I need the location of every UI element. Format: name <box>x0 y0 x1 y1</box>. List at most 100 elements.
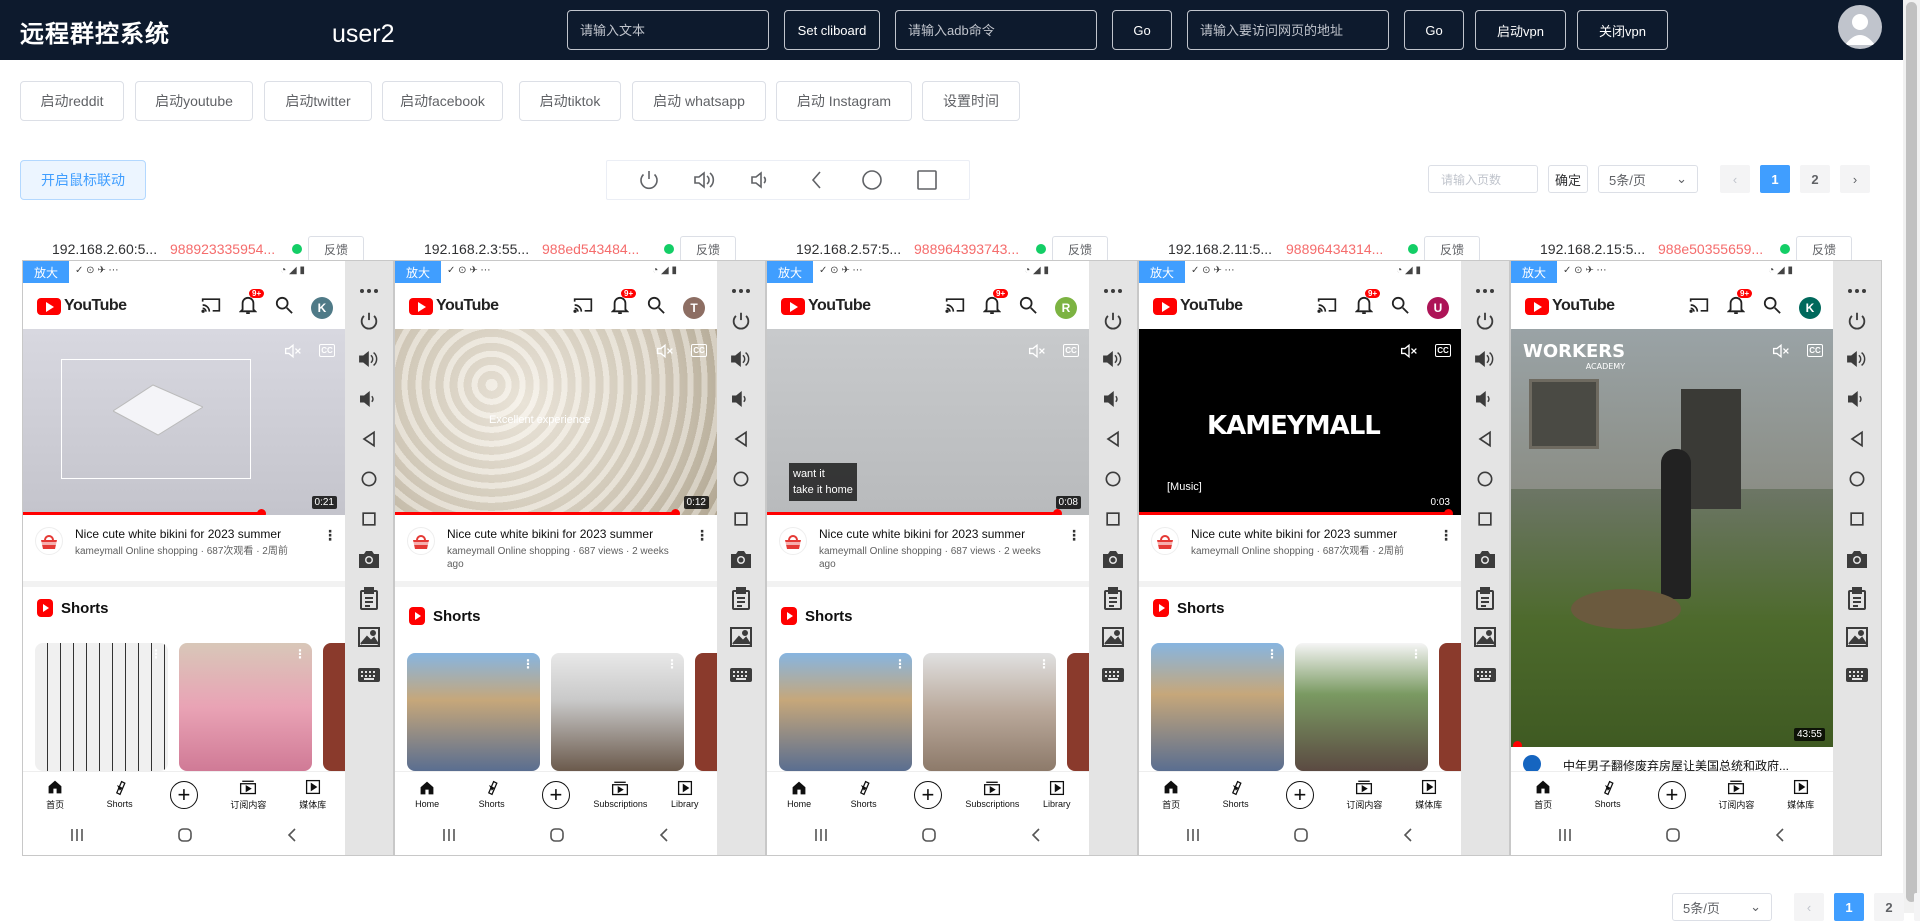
mute-icon[interactable] <box>1769 341 1793 361</box>
home-icon[interactable] <box>549 827 565 848</box>
nav-home[interactable]: 首页 <box>1141 779 1201 811</box>
feedback-button[interactable]: 反馈 <box>1052 236 1108 262</box>
video-player[interactable]: KAMEYMALL [Music] CC 0:03 <box>1139 329 1461 515</box>
camera-icon[interactable] <box>1845 547 1869 571</box>
feedback-button[interactable]: 反馈 <box>308 236 364 262</box>
video-info[interactable]: Nice cute white bikini for 2023 summer k… <box>767 515 1089 581</box>
search-icon[interactable] <box>647 296 665 319</box>
captions-icon[interactable]: CC <box>691 344 707 357</box>
scrollbar-thumb[interactable] <box>1906 2 1917 902</box>
cast-icon[interactable] <box>573 296 593 319</box>
volume-up-icon[interactable] <box>1101 347 1125 371</box>
short-more-icon[interactable]: ⋮ <box>1410 647 1422 661</box>
keyboard-icon[interactable] <box>1845 663 1869 687</box>
more-options-icon[interactable]: ⋮ <box>1067 527 1081 544</box>
nav-home[interactable]: Home <box>397 780 457 809</box>
nav-create[interactable]: + <box>1642 780 1702 809</box>
youtube-logo[interactable]: YouTube <box>781 297 871 315</box>
power-icon[interactable] <box>1845 309 1869 333</box>
recents-icon[interactable] <box>1185 828 1201 847</box>
clipboard-icon[interactable] <box>729 587 753 611</box>
nav-subscriptions[interactable]: Subscriptions <box>962 780 1022 809</box>
volume-up-icon[interactable] <box>1845 347 1869 371</box>
short-thumbnail[interactable] <box>1439 643 1461 771</box>
short-more-icon[interactable]: ⋮ <box>1038 657 1050 671</box>
bottom-page-size-select[interactable]: 5条/页 ⌄ <box>1672 893 1772 921</box>
recents-icon[interactable] <box>915 168 939 192</box>
home-icon[interactable] <box>1473 467 1497 491</box>
back-icon[interactable] <box>357 427 381 451</box>
more-options-icon[interactable]: ⋮ <box>323 527 337 544</box>
video-player[interactable]: Excellent experience CC 0:12 <box>395 329 717 515</box>
back-icon[interactable] <box>1029 827 1043 848</box>
short-thumbnail[interactable]: ⋮ <box>1295 643 1428 771</box>
device-screen[interactable]: 放大 ✓ ⊙ ✈ ⋯ ◔ ◢ ▮ YouTube 9+ K WORKERS AC… <box>1511 261 1833 855</box>
volume-down-icon[interactable] <box>1845 387 1869 411</box>
device-screen[interactable]: 放大 ✓ ⊙ ✈ ⋯ ◔ ◢ ▮ YouTube 9+ T Excellent … <box>395 261 717 855</box>
video-title[interactable]: Nice cute white bikini for 2023 summer <box>75 527 325 541</box>
back-icon[interactable] <box>1845 427 1869 451</box>
progress-handle[interactable] <box>1513 741 1522 747</box>
zoom-button[interactable]: 放大 <box>23 261 69 283</box>
nav-subscriptions[interactable]: 订阅内容 <box>218 779 278 811</box>
keyboard-icon[interactable] <box>357 663 381 687</box>
nav-library[interactable]: 媒体库 <box>1771 779 1831 811</box>
account-avatar[interactable]: K <box>311 296 333 319</box>
youtube-logo[interactable]: YouTube <box>1153 297 1243 315</box>
camera-icon[interactable] <box>729 547 753 571</box>
cast-icon[interactable] <box>1317 296 1337 319</box>
page-number-input[interactable]: 请输入页数 <box>1428 165 1538 193</box>
url-input[interactable] <box>1187 10 1389 50</box>
home-icon[interactable] <box>729 467 753 491</box>
bottom-page-2-button[interactable]: 2 <box>1874 893 1904 921</box>
back-icon[interactable] <box>1473 427 1497 451</box>
keyboard-icon[interactable] <box>1101 663 1125 687</box>
power-icon[interactable] <box>729 309 753 333</box>
set-clipboard-button[interactable]: Set cliboard <box>784 10 880 50</box>
power-icon[interactable] <box>637 168 661 192</box>
video-title[interactable]: Nice cute white bikini for 2023 summer <box>819 527 1069 541</box>
video-info[interactable]: Nice cute white bikini for 2023 summer k… <box>23 515 345 581</box>
mute-icon[interactable] <box>653 341 677 361</box>
channel-avatar[interactable] <box>779 527 807 555</box>
device-screen[interactable]: 放大 ✓ ⊙ ✈ ⋯ ◔ ◢ ▮ YouTube 9+ U KAMEYMALL [… <box>1139 261 1461 855</box>
account-avatar[interactable]: K <box>1799 296 1821 319</box>
launch-tiktok-button[interactable]: 启动tiktok <box>519 81 621 121</box>
page-1-button[interactable]: 1 <box>1760 165 1791 193</box>
bottom-next-page-button[interactable]: › <box>1914 893 1920 921</box>
prev-page-button[interactable]: ‹ <box>1720 165 1751 193</box>
youtube-logo[interactable]: YouTube <box>409 297 499 315</box>
short-thumbnail[interactable] <box>323 643 345 771</box>
zoom-button[interactable]: 放大 <box>767 261 813 283</box>
launch-youtube-button[interactable]: 启动youtube <box>135 81 253 121</box>
camera-icon[interactable] <box>1101 547 1125 571</box>
channel-avatar[interactable] <box>1151 527 1179 555</box>
image-icon[interactable] <box>1845 625 1869 649</box>
recents-icon[interactable] <box>1101 507 1125 531</box>
power-icon[interactable] <box>357 309 381 333</box>
youtube-logo[interactable]: YouTube <box>1525 297 1615 315</box>
set-time-button[interactable]: 设置时间 <box>922 81 1020 121</box>
short-thumbnail[interactable]: ⋮ <box>923 653 1056 771</box>
captions-icon[interactable]: CC <box>1435 344 1451 357</box>
power-icon[interactable] <box>1101 309 1125 333</box>
short-thumbnail[interactable]: ⋮ <box>179 643 312 771</box>
zoom-button[interactable]: 放大 <box>1511 261 1557 283</box>
captions-icon[interactable]: CC <box>1807 344 1823 357</box>
captions-icon[interactable]: CC <box>319 344 335 357</box>
home-icon[interactable] <box>921 827 937 848</box>
back-icon[interactable] <box>657 827 671 848</box>
camera-icon[interactable] <box>1473 547 1497 571</box>
channel-avatar[interactable] <box>35 527 63 555</box>
volume-down-icon[interactable] <box>749 168 773 192</box>
nav-subscriptions[interactable]: 订阅内容 <box>1706 779 1766 811</box>
feedback-button[interactable]: 反馈 <box>1796 236 1852 262</box>
home-icon[interactable] <box>1293 827 1309 848</box>
nav-library[interactable]: 媒体库 <box>283 779 343 811</box>
video-info[interactable]: Nice cute white bikini for 2023 summer k… <box>395 515 717 581</box>
device-screen[interactable]: 放大 ✓ ⊙ ✈ ⋯ ◔ ◢ ▮ YouTube 9+ K CC 0:21 Ni… <box>23 261 345 855</box>
cast-icon[interactable] <box>201 296 221 319</box>
video-player[interactable]: WORKERS ACADEMY CC 43:55 <box>1511 329 1833 747</box>
nav-shorts[interactable]: Shorts <box>1206 780 1266 809</box>
video-player[interactable]: CC 0:21 <box>23 329 345 515</box>
